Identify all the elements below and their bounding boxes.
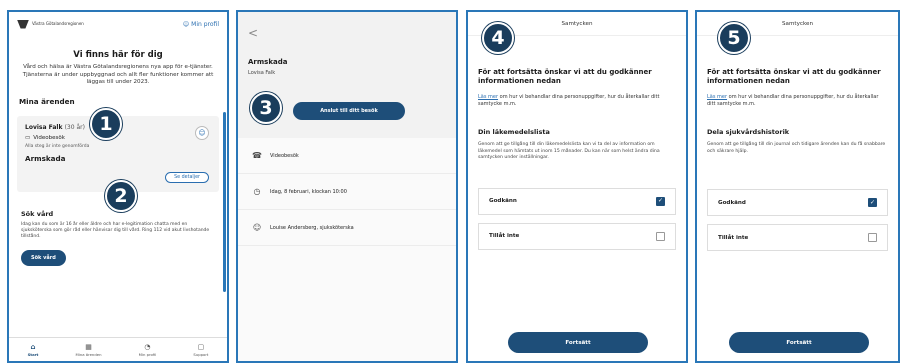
consent-medication-screen: Samtycken För att fortsätta önskar vi at… (466, 10, 688, 363)
consent-intro: Läs mer om hur vi behandlar dina personu… (707, 94, 888, 108)
errands-icon: ▦ (85, 342, 92, 351)
seek-care-button[interactable]: Sök vård (21, 250, 66, 267)
consent-intro-text: om hur vi behandlar dina personuppgifter… (478, 94, 660, 107)
consent-section-text: Genom att ge tillgång till din journal o… (707, 142, 886, 154)
approve-option[interactable]: Godkänn ✓ (478, 187, 676, 215)
consent-body: För att fortsätta önskar vi att du godkä… (697, 36, 898, 155)
approve-label: Godkänn (489, 198, 517, 205)
step-marker-3: 3 (250, 92, 282, 124)
user-icon: ☺ (182, 20, 190, 28)
step-marker-5: 5 (718, 22, 750, 54)
consent-body: För att fortsätta önskar vi att du godkä… (468, 36, 686, 162)
profile-link-label: Min profil (191, 20, 219, 28)
approve-checkbox[interactable]: ✓ (868, 198, 877, 208)
nav-support-label: Support (193, 351, 209, 357)
details-button[interactable]: Se detaljer (165, 171, 209, 183)
hero-title: Vi finns här för dig (73, 50, 163, 60)
approve-option[interactable]: Godkänd ✓ (707, 189, 888, 217)
errand-patient-name: Lovisa Falk (25, 123, 63, 131)
seek-care-text: Idag kan du som är 16 år eller äldre och… (21, 221, 210, 239)
errand-status: Alla steg är inte genomförda (25, 143, 90, 149)
approve-checkbox[interactable]: ✓ (656, 196, 665, 206)
consent-title: För att fortsätta önskar vi att du godkä… (478, 68, 652, 85)
caregiver-icon: ☺ (252, 223, 262, 232)
errand-type: ▭ Videobesök (25, 135, 211, 141)
nav-start-label: Start (27, 351, 39, 357)
logo: Västra Götalandsregionen (17, 19, 92, 29)
deny-option[interactable]: Tillåt inte (707, 224, 888, 252)
consent-section-title: Din läkemedelslista (478, 128, 550, 136)
home-icon: ⌂ (30, 342, 36, 351)
profile-icon: ◔ (144, 342, 151, 351)
nav-my-profile-label: Min profil (138, 351, 157, 357)
caregiver-icon: ☺ (195, 125, 209, 140)
visit-info-row: ☎ Videobesök (238, 138, 456, 174)
errand-patient-age: (30 år) (64, 123, 85, 131)
nav-start[interactable]: ⌂ Start (28, 343, 39, 357)
support-icon: ▢ (197, 342, 205, 351)
my-errands-title: Mina ärenden (19, 96, 75, 106)
bottom-nav: ⌂ Start ▦ Mina ärenden ◔ Min profil ▢ Su… (9, 337, 227, 361)
deny-label: Tillåt inte (718, 234, 749, 241)
deny-checkbox[interactable] (656, 231, 665, 241)
continue-button[interactable]: Fortsätt (508, 332, 648, 353)
nav-support[interactable]: ▢ Support (193, 343, 208, 357)
video-icon: ▭ (25, 134, 31, 141)
approve-label: Godkänd (718, 199, 746, 206)
visit-patient: Lovisa Falk (248, 70, 276, 76)
profile-link[interactable]: ☺ Min profil (183, 21, 219, 28)
back-icon[interactable]: < (248, 26, 446, 40)
visit-title: Armskada (248, 58, 288, 66)
hero-text: Vård och hälsa är Västra Götalandsregion… (22, 64, 214, 85)
visit-screen: < Armskada Lovisa Falk Anslut till ditt … (236, 10, 458, 363)
consent-intro-text: om hur vi behandlar dina personuppgifter… (707, 94, 879, 107)
nav-my-profile[interactable]: ◔ Min profil (139, 343, 157, 357)
scrollbar[interactable] (223, 112, 226, 292)
visit-info-text: Louise Andersberg, sjuksköterska (270, 224, 354, 231)
vgr-logo-icon (17, 19, 29, 29)
consent-history-screen: Samtycken För att fortsätta önskar vi at… (695, 10, 900, 363)
visit-info-row: ☺ Louise Andersberg, sjuksköterska (238, 210, 456, 246)
logo-text: Västra Götalandsregionen (32, 20, 84, 26)
consent-section-title: Dela sjukvårdshistorik (707, 128, 790, 136)
nav-my-errands[interactable]: ▦ Mina ärenden (76, 343, 102, 357)
hero: Vi finns här för dig Vård och hälsa är V… (9, 36, 227, 91)
consent-intro: Läs mer om hur vi behandlar dina personu… (478, 94, 676, 108)
consent-section-text: Genom att ge tillgång till din läkemedel… (478, 142, 660, 161)
clock-icon: ◷ (253, 187, 261, 196)
errand-title: Armskada (25, 153, 66, 163)
stage: Västra Götalandsregionen ☺ Min profil Vi… (0, 0, 905, 363)
visit-info-row: ◷ Idag, 8 februari, klockan 10:00 (238, 174, 456, 210)
read-more-link[interactable]: Läs mer (707, 94, 727, 100)
nav-my-errands-label: Mina ärenden (75, 351, 102, 357)
read-more-link[interactable]: Läs mer (478, 94, 498, 100)
video-icon: ☎ (252, 151, 262, 160)
seek-care-card: Sök vård Idag kan du som är 16 år eller … (17, 203, 219, 273)
step-marker-4: 4 (482, 22, 514, 54)
step-marker-1: 1 (90, 108, 122, 140)
deny-label: Tillåt inte (489, 233, 520, 240)
consent-title: För att fortsätta önskar vi att du godkä… (707, 68, 881, 85)
deny-checkbox[interactable] (868, 233, 877, 243)
visit-info-text: Idag, 8 februari, klockan 10:00 (270, 188, 347, 195)
continue-button[interactable]: Fortsätt (729, 332, 869, 353)
top-bar: Västra Götalandsregionen ☺ Min profil (9, 12, 227, 36)
errand-type-label: Videobesök (33, 134, 65, 141)
step-marker-2: 2 (105, 180, 137, 212)
join-visit-button[interactable]: Anslut till ditt besök (293, 102, 405, 120)
visit-info-text: Videobesök (270, 152, 299, 159)
deny-option[interactable]: Tillåt inte (478, 222, 676, 250)
